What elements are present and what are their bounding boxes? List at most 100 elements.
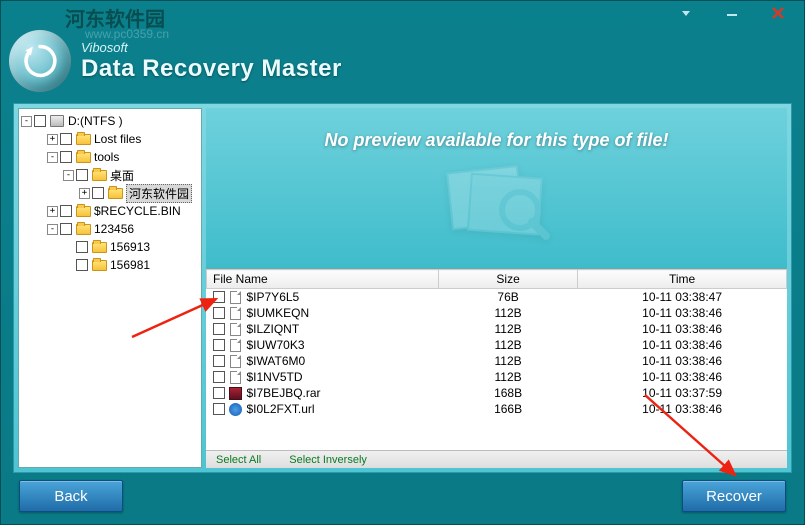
tree-checkbox[interactable] <box>60 133 72 145</box>
file-size: 76B <box>439 289 578 306</box>
file-checkbox[interactable] <box>213 371 225 383</box>
folder-icon <box>75 222 91 236</box>
tree-item[interactable]: + $RECYCLE.BIN <box>21 202 199 220</box>
tree-checkbox[interactable] <box>34 115 46 127</box>
file-time: 10-11 03:37:59 <box>578 385 787 401</box>
tree-toggle-icon[interactable]: - <box>47 152 58 163</box>
brand-name: Vibosoft <box>81 40 342 55</box>
file-size: 168B <box>439 385 578 401</box>
file-table: File Name Size Time $IP7Y6L576B10-11 03:… <box>206 269 787 417</box>
title-bar <box>1 1 804 25</box>
tree-label: 156913 <box>110 240 150 254</box>
table-row[interactable]: $IUW70K3112B10-11 03:38:46 <box>207 337 787 353</box>
file-size: 112B <box>439 369 578 385</box>
tree-label: D:(NTFS ) <box>68 114 123 128</box>
product-name: Data Recovery Master <box>81 55 342 83</box>
right-pane: No preview available for this type of fi… <box>206 108 787 468</box>
folder-icon <box>91 258 107 272</box>
tree-item[interactable]: - tools <box>21 148 199 166</box>
file-size: 166B <box>439 401 578 417</box>
table-row[interactable]: $I1NV5TD 112B10-11 03:38:46 <box>207 369 787 385</box>
file-time: 10-11 03:38:46 <box>578 321 787 337</box>
file-checkbox[interactable] <box>213 339 225 351</box>
dropdown-button[interactable] <box>668 4 704 22</box>
folder-icon <box>107 186 123 200</box>
tree-label: 桌面 <box>110 167 134 184</box>
app-window: 河东软件园 www.pc0359.cn Vibosoft Data Recove… <box>0 0 805 525</box>
col-time[interactable]: Time <box>578 270 787 289</box>
tree-checkbox[interactable] <box>76 259 88 271</box>
table-footer: Select All Select Inversely <box>206 450 787 468</box>
file-name: $I1NV5TD <box>247 370 303 384</box>
tree-label: tools <box>94 150 119 164</box>
file-name: $IUMKEQN <box>247 306 310 320</box>
file-time: 10-11 03:38:46 <box>578 369 787 385</box>
file-checkbox[interactable] <box>213 291 225 303</box>
file-size: 112B <box>439 321 578 337</box>
file-icon <box>229 306 243 320</box>
tree-checkbox[interactable] <box>76 169 88 181</box>
file-size: 112B <box>439 305 578 321</box>
file-time: 10-11 03:38:46 <box>578 337 787 353</box>
recover-button[interactable]: Recover <box>682 480 786 512</box>
table-row[interactable]: $I7BEJBQ.rar 168B10-11 03:37:59 <box>207 385 787 401</box>
tree-item[interactable]: + 河东软件园 <box>21 184 199 202</box>
tree-label: $RECYCLE.BIN <box>94 204 181 218</box>
minimize-button[interactable] <box>714 4 750 22</box>
title-text: Vibosoft Data Recovery Master <box>81 40 342 83</box>
folder-icon <box>75 204 91 218</box>
file-icon <box>229 338 243 352</box>
tree-toggle-icon[interactable]: - <box>63 170 74 181</box>
tree-toggle-icon[interactable]: + <box>47 134 58 145</box>
tree-checkbox[interactable] <box>60 151 72 163</box>
tree-item[interactable]: +Lost files <box>21 130 199 148</box>
file-checkbox[interactable] <box>213 307 225 319</box>
file-name: $I0L2FXT.url <box>247 402 315 416</box>
tree-toggle-icon[interactable]: - <box>21 116 32 127</box>
tree-item[interactable]: - 桌面 <box>21 166 199 184</box>
tree-toggle-icon[interactable]: - <box>47 224 58 235</box>
drive-icon <box>49 114 65 128</box>
select-all-link[interactable]: Select All <box>216 454 261 466</box>
tree-item[interactable]: 156913 <box>21 238 199 256</box>
file-size: 112B <box>439 353 578 369</box>
file-name: $ILZIQNT <box>247 322 300 336</box>
col-size[interactable]: Size <box>439 270 578 289</box>
tree-item[interactable]: 156981 <box>21 256 199 274</box>
tree-checkbox[interactable] <box>92 187 104 199</box>
table-row[interactable]: $ILZIQNT 112B10-11 03:38:46 <box>207 321 787 337</box>
folder-tree[interactable]: - D:(NTFS ) +Lost files - tools - 桌面 + 河东软件园 + $… <box>18 108 202 468</box>
tree-checkbox[interactable] <box>60 205 72 217</box>
file-name: $IP7Y6L5 <box>247 290 300 304</box>
content-area: - D:(NTFS ) +Lost files - tools - 桌面 + 河东软件园 + $… <box>13 103 792 473</box>
app-logo <box>9 30 71 92</box>
folder-icon <box>91 168 107 182</box>
file-checkbox[interactable] <box>213 403 225 415</box>
file-table-container[interactable]: File Name Size Time $IP7Y6L576B10-11 03:… <box>206 268 787 450</box>
table-row[interactable]: $IUMKEQN112B10-11 03:38:46 <box>207 305 787 321</box>
file-name: $IUW70K3 <box>247 338 305 352</box>
tree-checkbox[interactable] <box>76 241 88 253</box>
tree-label: 156981 <box>110 258 150 272</box>
preview-placeholder-icon <box>437 157 557 247</box>
tree-toggle-icon[interactable]: + <box>47 206 58 217</box>
file-checkbox[interactable] <box>213 355 225 367</box>
select-inverse-link[interactable]: Select Inversely <box>289 454 367 466</box>
app-header: Vibosoft Data Recovery Master <box>1 25 804 97</box>
table-row[interactable]: $IP7Y6L576B10-11 03:38:47 <box>207 289 787 306</box>
tree-drive-row[interactable]: - D:(NTFS ) <box>21 112 199 130</box>
col-filename[interactable]: File Name <box>207 270 439 289</box>
tree-item[interactable]: - 123456 <box>21 220 199 238</box>
back-button[interactable]: Back <box>19 480 123 512</box>
close-button[interactable] <box>760 4 796 22</box>
tree-label: 河东软件园 <box>126 184 192 203</box>
file-name: $I7BEJBQ.rar <box>247 386 321 400</box>
table-row[interactable]: $IWAT6M0112B10-11 03:38:46 <box>207 353 787 369</box>
file-checkbox[interactable] <box>213 387 225 399</box>
file-icon <box>229 402 243 416</box>
table-row[interactable]: $I0L2FXT.url166B10-11 03:38:46 <box>207 401 787 417</box>
tree-toggle-icon[interactable]: + <box>79 188 90 199</box>
tree-checkbox[interactable] <box>60 223 72 235</box>
file-checkbox[interactable] <box>213 323 225 335</box>
tree-label: 123456 <box>94 222 134 236</box>
